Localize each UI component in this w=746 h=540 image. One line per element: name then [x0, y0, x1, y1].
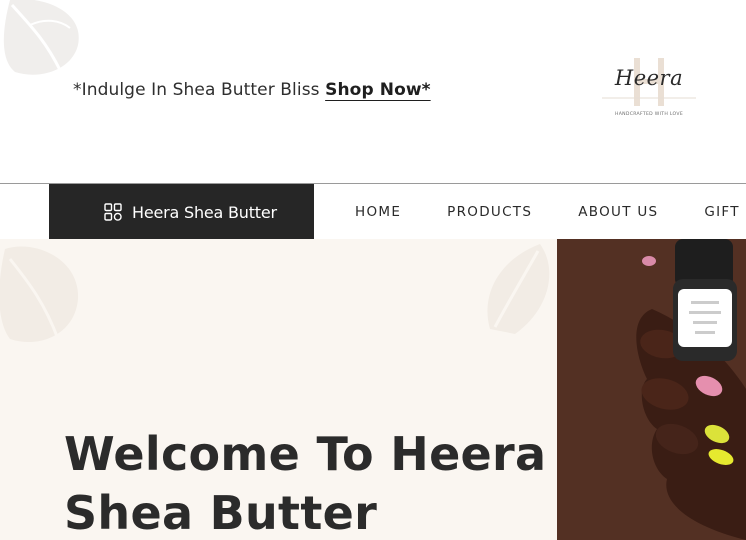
nav-item-products[interactable]: PRODUCTS: [447, 204, 532, 220]
nav-item-home[interactable]: HOME: [355, 204, 401, 220]
nav-item-about-us[interactable]: ABOUT US: [578, 204, 658, 220]
leaf-decoration-icon: [0, 246, 79, 343]
main-nav: Heera Shea Butter HOME PRODUCTS ABOUT US…: [0, 183, 746, 240]
leaf-decoration-icon: [487, 244, 550, 334]
hero-image: [557, 239, 746, 540]
logo-tagline: HANDCRAFTED WITH LOVE: [614, 112, 684, 117]
hero-title-line-2: Shea Butter: [64, 486, 378, 540]
logo-brand-name: Heera: [614, 66, 684, 90]
brand-logo[interactable]: Heera HANDCRAFTED WITH LOVE: [600, 52, 698, 124]
announcement-text: *Indulge In Shea Butter Bliss Shop Now*: [73, 80, 431, 100]
product-photo: [557, 239, 746, 540]
announcement-message: *Indulge In Shea Butter Bliss: [73, 80, 326, 100]
brand-menu-label: Heera Shea Butter: [132, 202, 277, 222]
leaf-decoration-icon: [3, 0, 79, 75]
shop-now-link[interactable]: Shop Now*: [325, 80, 431, 100]
nav-menu: HOME PRODUCTS ABOUT US GIFT CA: [355, 184, 746, 240]
hero-section: Welcome To Heera Shea Butter: [0, 239, 746, 540]
announcement-bar: *Indulge In Shea Butter Bliss Shop Now* …: [0, 0, 746, 183]
hero-title: Welcome To Heera Shea Butter: [64, 425, 546, 540]
grid-icon: [104, 203, 122, 221]
brand-menu-button[interactable]: Heera Shea Butter: [49, 184, 314, 240]
nav-item-gift-cards[interactable]: GIFT CA: [704, 204, 746, 220]
hero-title-line-1: Welcome To Heera: [64, 427, 547, 481]
